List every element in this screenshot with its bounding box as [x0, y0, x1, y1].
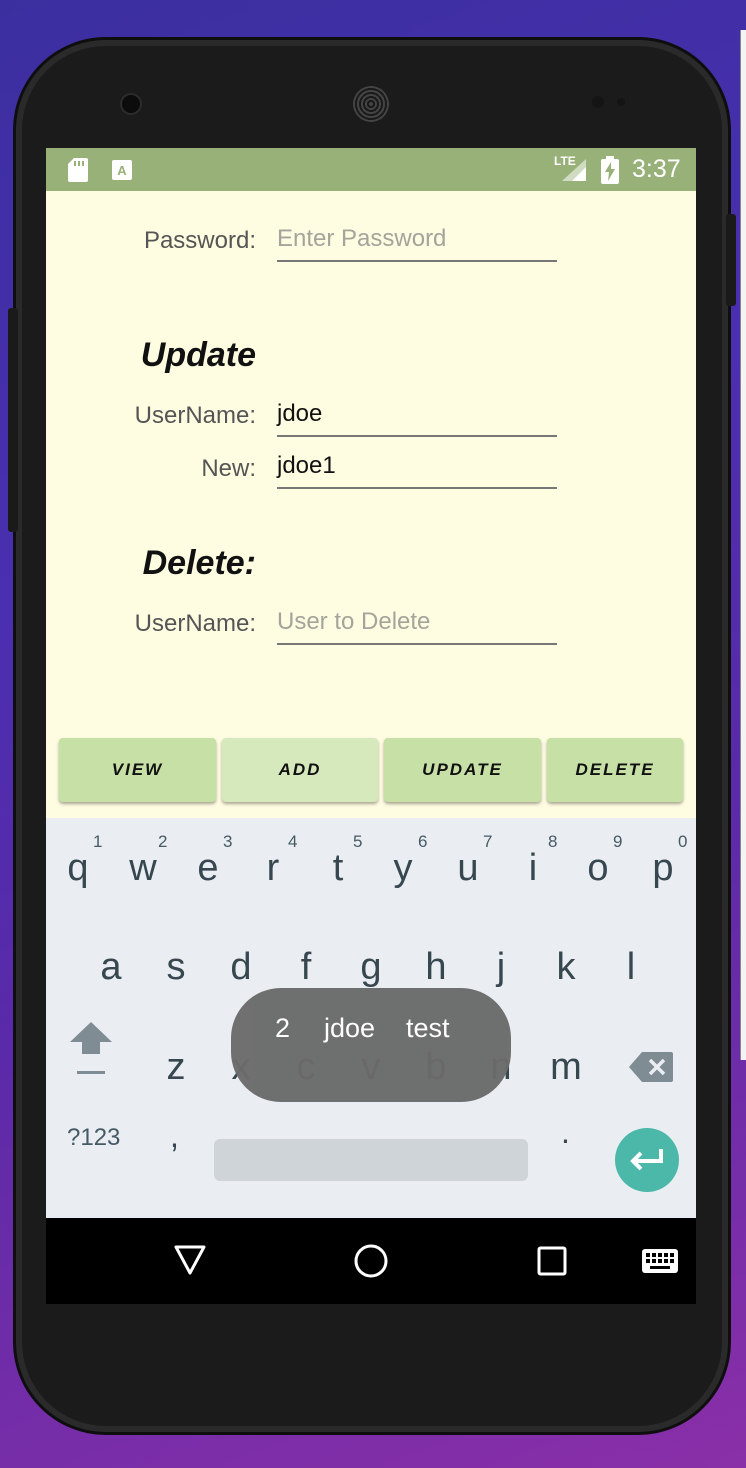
back-icon[interactable]	[173, 1244, 207, 1276]
key-m[interactable]: m	[534, 1022, 598, 1112]
key-hint: 6	[418, 832, 428, 851]
key-hint: 1	[93, 832, 103, 851]
status-bar: A LTE 3:37	[46, 148, 696, 191]
password-label: Password:	[143, 227, 256, 254]
key-hint: 9	[613, 832, 623, 851]
update-username-field[interactable]: jdoe	[277, 397, 557, 437]
recents-icon[interactable]	[536, 1245, 568, 1277]
phone-screen: A LTE 3:37 Password: Enter Password Upda…	[46, 148, 696, 1304]
suggestion-item[interactable]: 2	[275, 1013, 290, 1044]
key-hint: 3	[223, 832, 233, 851]
update-new-field[interactable]: jdoe1	[277, 449, 557, 489]
app-content: Password: Enter Password Update UserName…	[46, 191, 696, 818]
power-button	[726, 214, 736, 306]
volume-button	[8, 308, 18, 532]
delete-username-label: UserName:	[134, 610, 256, 637]
key-hint: 2	[158, 832, 168, 851]
sensor-icon	[592, 96, 604, 108]
clock: 3:37	[632, 155, 681, 183]
enter-key[interactable]	[615, 1128, 679, 1192]
add-button[interactable]: ADD	[222, 738, 378, 802]
keyboard-row-1: q w e r t y u i o p 1 2 3 4 5 6 7 8 9 0	[46, 818, 696, 918]
keyboard-switch-icon[interactable]	[641, 1248, 679, 1274]
enter-icon	[630, 1149, 663, 1171]
view-button[interactable]: VIEW	[59, 738, 216, 802]
battery-charging-icon	[601, 156, 619, 184]
comma-key[interactable]: ,	[170, 1118, 179, 1155]
home-icon[interactable]	[353, 1243, 389, 1279]
symbols-key[interactable]: ?123	[67, 1124, 120, 1152]
speaker-grille-icon	[353, 86, 389, 122]
update-heading: Update	[140, 336, 256, 374]
period-key[interactable]: .	[561, 1114, 570, 1151]
password-field[interactable]: Enter Password	[277, 222, 557, 262]
update-button[interactable]: UPDATE	[384, 738, 541, 802]
svg-text:A: A	[117, 163, 127, 178]
backspace-icon[interactable]	[628, 1051, 674, 1083]
suggestion-item[interactable]: test	[406, 1013, 450, 1044]
suggestion-item[interactable]: jdoe	[324, 1013, 375, 1044]
key-hint: 0	[678, 832, 688, 851]
delete-heading: Delete:	[142, 544, 256, 582]
key-hint: 5	[353, 832, 363, 851]
sensor-icon	[617, 98, 625, 106]
sd-card-icon	[68, 158, 88, 182]
a-notification-icon: A	[112, 160, 132, 180]
key-z[interactable]: z	[144, 1022, 208, 1112]
front-camera-icon	[122, 95, 140, 113]
space-bar[interactable]	[214, 1139, 528, 1181]
key-hint: 7	[483, 832, 493, 851]
key-a[interactable]: a	[79, 922, 143, 1012]
suggestion-popup: 2 jdoe test	[231, 988, 511, 1102]
key-k[interactable]: k	[534, 922, 598, 1012]
background-window-edge	[740, 30, 746, 1060]
update-new-label: New:	[201, 455, 256, 482]
navigation-bar	[46, 1218, 696, 1304]
key-hint: 4	[288, 832, 298, 851]
delete-username-field[interactable]: User to Delete	[277, 605, 557, 645]
key-s[interactable]: s	[144, 922, 208, 1012]
update-username-label: UserName:	[134, 402, 256, 429]
key-hint: 8	[548, 832, 558, 851]
signal-icon	[562, 159, 586, 181]
delete-button[interactable]: DELETE	[547, 738, 683, 802]
shift-icon[interactable]	[68, 1020, 114, 1078]
key-l[interactable]: l	[599, 922, 663, 1012]
